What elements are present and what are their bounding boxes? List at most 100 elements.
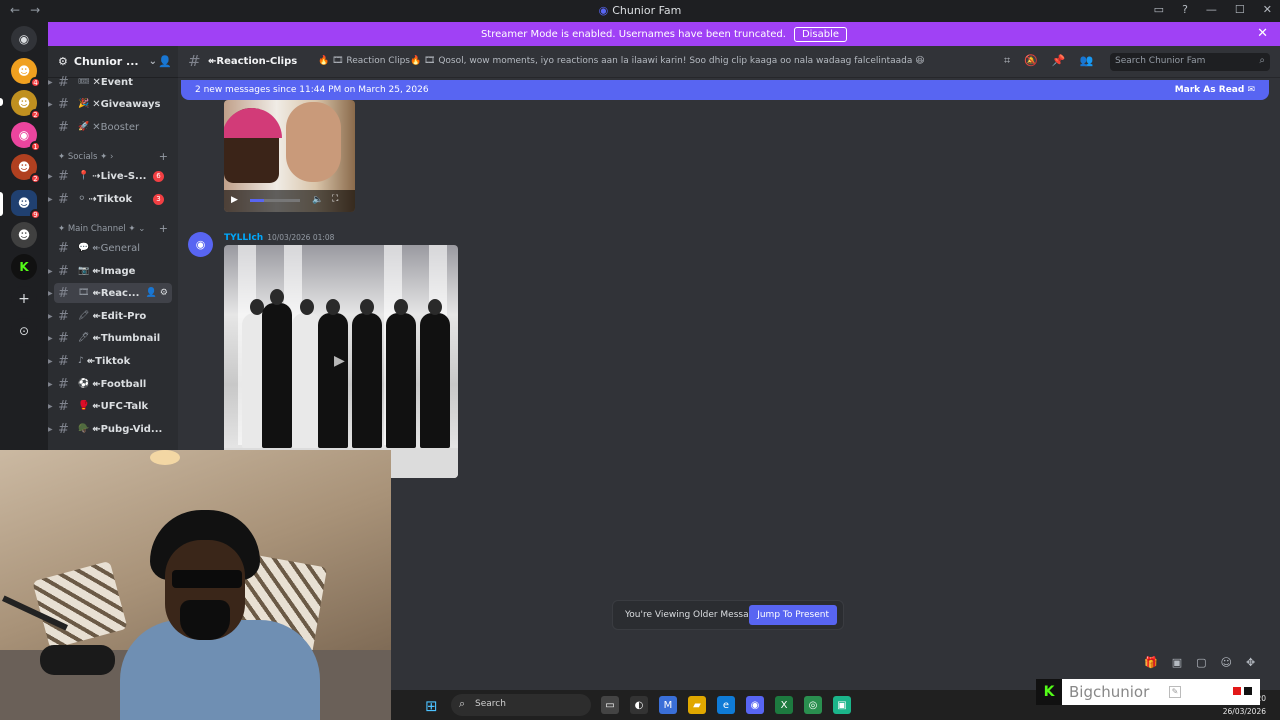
discord-home-icon[interactable]: ◉ bbox=[11, 26, 37, 52]
channel-item[interactable]: ▶ # 📷 ↞Image bbox=[48, 261, 178, 281]
m365-icon[interactable]: M bbox=[659, 696, 677, 714]
header-toolbar: ⌗ 🔕 📌 👥 bbox=[1004, 54, 1093, 68]
channel-settings-icon[interactable]: 👤 ⚙ bbox=[146, 288, 168, 298]
channel-item[interactable]: ▶ # 🖊 ↞Thumbnail bbox=[48, 328, 178, 348]
jump-to-present-button[interactable]: Jump To Present bbox=[749, 605, 837, 625]
server-avatar[interactable]: ☻ 2 bbox=[11, 154, 41, 184]
new-messages-bar[interactable]: 2 new messages since 11:44 PM on March 2… bbox=[181, 80, 1269, 100]
channel-item[interactable]: ▶ # ♪ ↞Tiktok bbox=[48, 351, 178, 371]
video-attachment[interactable]: ▶ 🔈 ⛶ bbox=[224, 100, 355, 212]
server-avatar[interactable]: ☻ 2 bbox=[11, 90, 41, 120]
channel-item[interactable]: ▶ # 🎉 ✕Giveaways bbox=[48, 94, 178, 114]
channel-name: ✕Event bbox=[92, 76, 133, 88]
channel-item-active[interactable]: ▶ # 🎞 ↞Reac... 👤 ⚙ bbox=[48, 283, 172, 303]
excel-icon[interactable]: X bbox=[775, 696, 793, 714]
older-messages-text: You're Viewing Older Messages bbox=[625, 610, 765, 620]
server-avatar[interactable]: ◉ 1 bbox=[11, 122, 41, 152]
apps-icon[interactable]: ✥ bbox=[1246, 656, 1255, 669]
minimize-button[interactable]: — bbox=[1206, 3, 1217, 16]
discord-logo-icon: ◉ bbox=[598, 4, 609, 17]
task-view-icon[interactable]: ▭ bbox=[601, 696, 619, 714]
server-avatar[interactable]: K bbox=[11, 254, 37, 280]
channel-emoji: 🎟 bbox=[78, 77, 90, 87]
composer-toolbar: 🎁 ▣ ▢ ☺ ✥ bbox=[1144, 656, 1255, 669]
mark-as-read-button[interactable]: Mark As Read ✉ bbox=[1175, 85, 1255, 95]
channel-item[interactable]: ▶ # ⚽ ↞Football bbox=[48, 374, 178, 394]
avatar[interactable]: ◉ bbox=[188, 232, 213, 257]
mention-badge: 3 bbox=[153, 193, 164, 205]
server-avatar[interactable]: ☻ bbox=[11, 222, 37, 248]
add-channel-icon[interactable]: + bbox=[159, 150, 168, 163]
taskbar-search[interactable]: ⌕ Search bbox=[451, 694, 591, 716]
category-socials[interactable]: ✦ Socials ✦ › + bbox=[58, 150, 168, 163]
help-icon[interactable]: ? bbox=[1182, 3, 1188, 16]
channel-item[interactable]: # 💬 ↞General bbox=[48, 238, 178, 258]
unread-pill bbox=[0, 98, 3, 106]
channel-item[interactable]: ▶ # 🪖 ↞Pubg-Vid... bbox=[48, 419, 178, 439]
play-icon[interactable]: ▶ bbox=[231, 195, 238, 205]
hash-icon: # bbox=[188, 52, 201, 70]
channel-item[interactable]: # 🚀 ✕Booster bbox=[48, 117, 178, 137]
mute-bell-icon[interactable]: 🔕 bbox=[1024, 54, 1038, 68]
discord-icon[interactable]: ◉ bbox=[746, 696, 764, 714]
play-icon[interactable]: ▶ bbox=[334, 353, 345, 369]
edge-icon[interactable]: e bbox=[717, 696, 735, 714]
inbox-icon[interactable]: ▭ bbox=[1154, 3, 1164, 16]
search-icon: ⌕ bbox=[1259, 55, 1265, 66]
sticker-icon[interactable]: ▢ bbox=[1196, 656, 1206, 669]
unread-badge: 9 bbox=[30, 209, 41, 220]
explore-icon[interactable]: ⊙ bbox=[11, 318, 37, 344]
video-attachment[interactable]: ▶ bbox=[224, 245, 458, 478]
channel-item[interactable]: ▶ # 🥊 ↞UFC-Talk bbox=[48, 396, 178, 416]
window-controls: ▭ ? — ☐ ✕ bbox=[1154, 3, 1272, 16]
channel-name: ✕Booster bbox=[92, 121, 140, 133]
file-explorer-icon[interactable]: ▰ bbox=[688, 696, 706, 714]
author-name[interactable]: TYLLIch bbox=[224, 233, 263, 243]
chrome-icon[interactable]: ◎ bbox=[804, 696, 822, 714]
add-server-icon[interactable]: + bbox=[11, 286, 37, 312]
taskbar-apps: ▭ ◐ M ▰ e ◉ X ◎ ▣ bbox=[601, 696, 851, 714]
emoji-icon[interactable]: ☺ bbox=[1221, 656, 1232, 669]
app-icon[interactable]: ▣ bbox=[833, 696, 851, 714]
message-header: TYLLIch 10/03/2026 01:08 bbox=[224, 232, 334, 243]
search-input[interactable]: Search Chunior Fam ⌕ bbox=[1110, 53, 1270, 71]
members-icon[interactable]: 👥 bbox=[1080, 54, 1094, 68]
channel-item[interactable]: ▶ # 📍 ⇢Live-S... 6 bbox=[48, 166, 178, 186]
close-icon[interactable]: ✕ bbox=[1257, 26, 1268, 41]
selected-pill bbox=[0, 192, 3, 216]
channel-emoji: 🚀 bbox=[78, 122, 90, 132]
channel-name: ↞General bbox=[92, 242, 141, 254]
threads-icon[interactable]: ⌗ bbox=[1004, 54, 1010, 68]
close-button[interactable]: ✕ bbox=[1263, 3, 1272, 16]
gift-icon[interactable]: 🎁 bbox=[1144, 656, 1158, 669]
volume-icon[interactable]: 🔈 bbox=[312, 195, 323, 205]
add-channel-icon[interactable]: + bbox=[159, 222, 168, 235]
channel-item[interactable]: ▶ # 🖍 ↞Edit-Pro bbox=[48, 306, 178, 326]
channel-item[interactable]: ▶ # ⚪ ⇢Tiktok 3 bbox=[48, 189, 178, 209]
unread-badge: 2 bbox=[30, 109, 41, 120]
clock-date: 26/03/2026 bbox=[1222, 707, 1266, 716]
maximize-button[interactable]: ☐ bbox=[1235, 3, 1245, 16]
category-main[interactable]: ✦ Main Channel ✦ ⌄ + bbox=[58, 222, 168, 235]
server-avatar[interactable]: ☻ 9 bbox=[11, 190, 41, 220]
channel-topic[interactable]: 🔥 🎞 Reaction Clips🔥 🎞 Qosol, wow moments… bbox=[318, 56, 925, 66]
windows-start-icon[interactable]: ⊞ bbox=[425, 697, 438, 715]
channel-item[interactable]: ▶ # 🎟 ✕Event bbox=[48, 72, 178, 92]
red-square bbox=[1233, 687, 1241, 695]
gif-icon[interactable]: ▣ bbox=[1172, 656, 1182, 669]
stream-name-overlay: K Bigchunior ✎ bbox=[1036, 679, 1260, 705]
pin-icon[interactable]: 📌 bbox=[1052, 54, 1066, 68]
video-progress[interactable] bbox=[250, 199, 300, 202]
channel-emoji: 🎞 bbox=[78, 288, 90, 298]
channel-name: ↞Reac... bbox=[92, 287, 140, 299]
unread-badge: 1 bbox=[30, 141, 41, 152]
channel-name: ↞Thumbnail bbox=[92, 332, 161, 344]
black-square bbox=[1244, 687, 1252, 695]
chevron-down-icon: ⌄ bbox=[148, 56, 157, 67]
channel-name: ⇢Live-S... bbox=[92, 170, 147, 182]
invite-icon[interactable]: 👤 bbox=[158, 55, 172, 68]
app-icon[interactable]: ◐ bbox=[630, 696, 648, 714]
server-avatar[interactable]: ☻ 4 bbox=[11, 58, 41, 88]
disable-button[interactable]: Disable bbox=[793, 26, 848, 42]
fullscreen-icon[interactable]: ⛶ bbox=[332, 194, 338, 204]
